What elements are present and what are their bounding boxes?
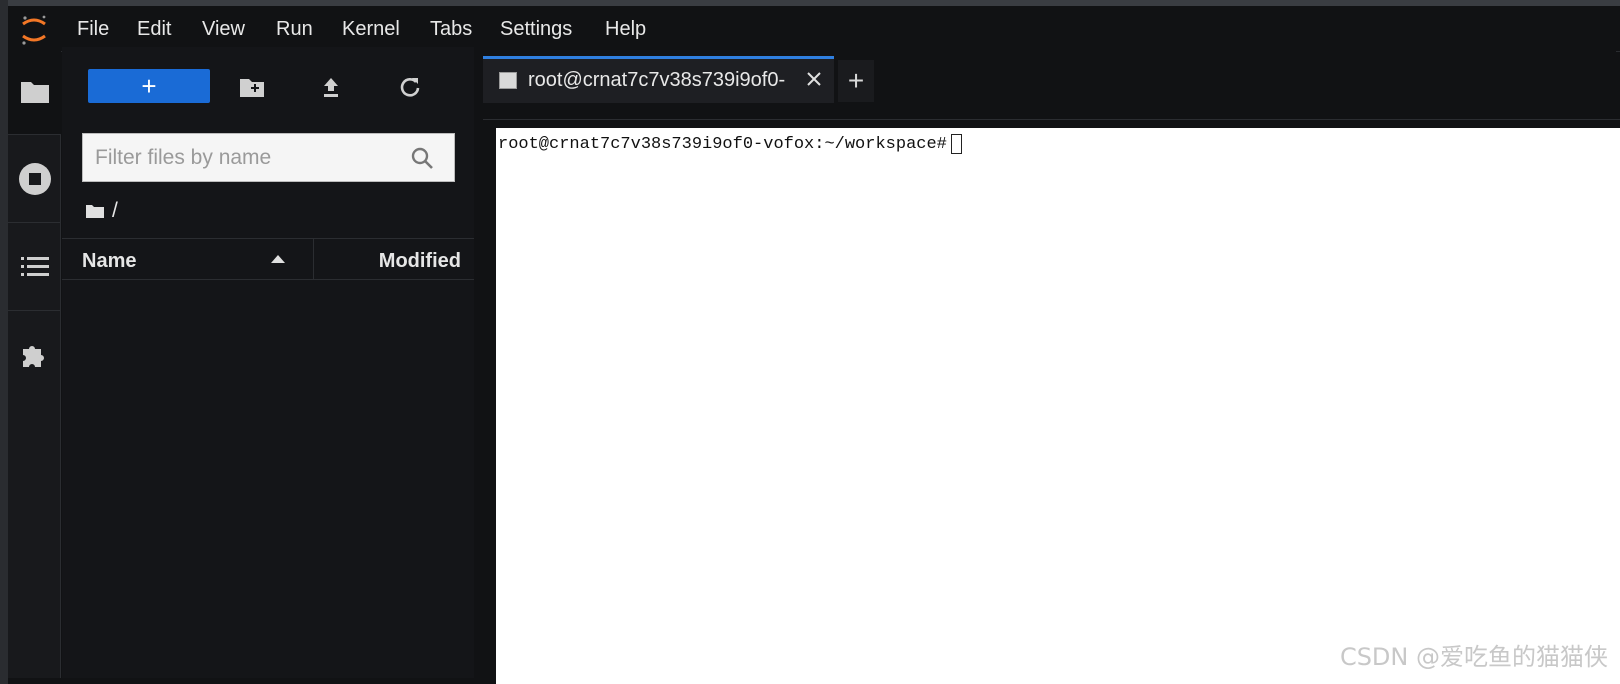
terminal-view[interactable]: root@crnat7c7v38s739i9of0-vofox:~/worksp…	[496, 128, 1620, 684]
rail-toc-button[interactable]	[8, 223, 61, 311]
folder-icon	[20, 81, 49, 103]
menu-tabs[interactable]: Tabs	[430, 18, 472, 40]
menu-file[interactable]: File	[77, 18, 109, 40]
breadcrumb-root[interactable]: /	[112, 199, 118, 223]
menu-settings[interactable]: Settings	[500, 18, 572, 40]
refresh-icon	[400, 78, 420, 97]
terminal-prompt: root@crnat7c7v38s739i9of0-vofox:~/worksp…	[498, 134, 947, 154]
upload-button[interactable]	[317, 74, 345, 100]
activity-rail	[8, 47, 61, 678]
filter-files-field	[82, 133, 455, 182]
tab-label: root@crnat7c7v38s739i9of0-	[528, 69, 786, 91]
window-left-edge	[0, 0, 8, 684]
menu-edit[interactable]: Edit	[137, 18, 171, 40]
panel-top-border	[483, 108, 1620, 120]
extension-puzzle-icon	[22, 346, 44, 367]
file-list	[62, 281, 477, 678]
new-launcher-button[interactable]: +	[88, 69, 210, 103]
rail-file-browser-button[interactable]	[8, 47, 61, 135]
refresh-button[interactable]	[396, 74, 424, 100]
table-of-contents-icon	[20, 256, 49, 276]
plus-icon: +	[141, 71, 157, 101]
terminal-cursor	[950, 134, 962, 154]
upload-icon	[324, 78, 338, 97]
add-tab-button[interactable]: +	[838, 60, 874, 102]
running-stop-icon	[18, 162, 51, 195]
column-modified-header[interactable]: Modified	[379, 250, 461, 273]
terminal-icon	[499, 72, 517, 89]
terminal-prompt-line: root@crnat7c7v38s739i9of0-vofox:~/worksp…	[498, 134, 962, 154]
search-icon	[411, 147, 433, 169]
terminal-gutter	[483, 120, 496, 684]
breadcrumb: /	[86, 199, 118, 223]
rail-running-button[interactable]	[8, 135, 61, 223]
plus-icon: +	[847, 65, 865, 96]
rail-extensions-button[interactable]	[8, 311, 61, 399]
menu-kernel[interactable]: Kernel	[342, 18, 400, 40]
menu-help[interactable]: Help	[605, 18, 646, 40]
folder-icon[interactable]	[86, 204, 104, 218]
menubar: File Edit View Run Kernel Tabs Settings …	[8, 6, 1620, 52]
filter-files-input[interactable]	[83, 134, 403, 181]
menu-view[interactable]: View	[202, 18, 245, 40]
sort-ascending-icon	[271, 255, 285, 263]
column-divider[interactable]	[313, 239, 314, 279]
jupyter-logo-icon[interactable]	[16, 12, 52, 48]
new-folder-icon	[240, 79, 264, 97]
close-icon[interactable]	[804, 69, 824, 89]
column-name-header[interactable]: Name	[82, 250, 136, 273]
file-list-header: Name Modified	[62, 238, 477, 280]
tab-terminal[interactable]: root@crnat7c7v38s739i9of0-	[483, 56, 834, 103]
watermark: CSDN @爱吃鱼的猫猫侠	[1339, 643, 1608, 671]
menu-run[interactable]: Run	[276, 18, 313, 40]
new-folder-button[interactable]	[238, 74, 266, 100]
